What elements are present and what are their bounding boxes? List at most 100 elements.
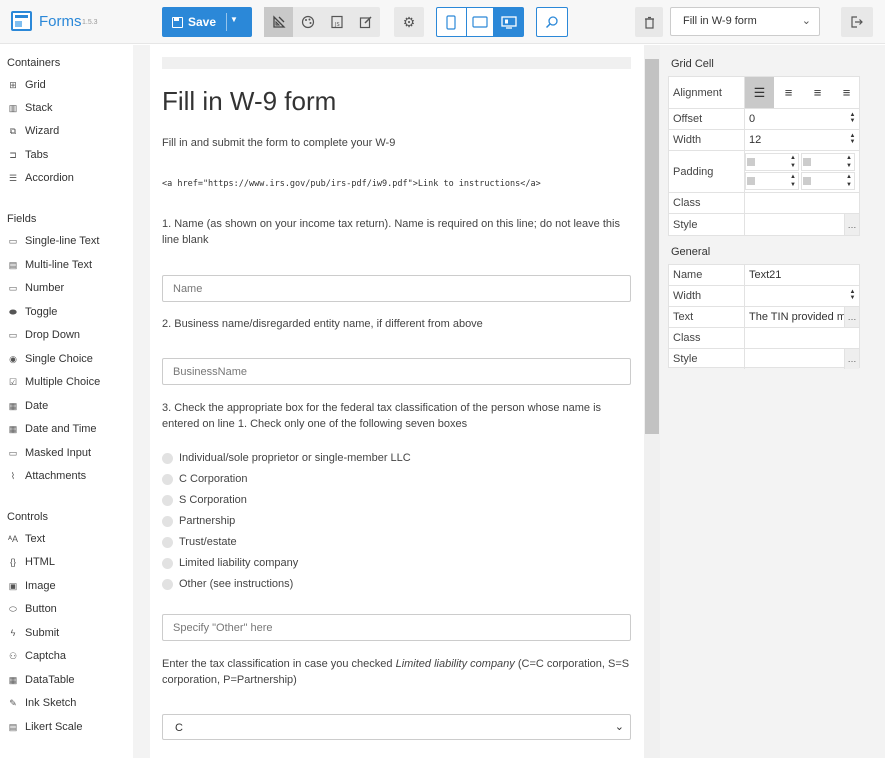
general-style-row: Style … [669,349,859,369]
toolbox-item-drop-down[interactable]: ▭ Drop Down [7,327,80,343]
offset-row: Offset 0 ▲ ▼ [669,109,859,130]
phone-view-button[interactable] [437,8,466,36]
general-style-label: Style [669,349,745,369]
submit-icon: ϟ [10,628,16,638]
radio-option[interactable]: Trust/estate [162,534,237,550]
question-3-label: 3. Check the appropriate box for the fed… [162,402,602,430]
toolbox-item-date-and-time[interactable]: ▦ Date and Time [7,421,97,437]
html-icon: {} [9,557,16,567]
toolbox-item-grid[interactable]: ⊞ Grid [7,77,46,93]
toolbox-item-attachments[interactable]: ⌇ Attachments [7,468,86,484]
alignment-button-group: ☰ ≡ ≡ ≡ [745,77,861,108]
align-justify-button[interactable]: ☰ [745,77,774,108]
fields-section-title: Fields [7,213,37,225]
radio-circle-icon [162,515,173,527]
question-2-label: 2. Business name/disregarded entity name… [162,318,483,330]
offset-stepper-icon[interactable]: ▲ ▼ [848,112,857,124]
align-left-button[interactable]: ≡ [774,77,803,108]
save-button[interactable]: Save [162,7,226,37]
multiple-choice-icon: ☑ [8,376,18,387]
width-input[interactable]: 12 [749,134,849,146]
form-selector-dropdown[interactable]: Fill in W-9 form ⌄ [670,7,820,36]
general-name-input[interactable]: Text21 [749,269,849,281]
tablet-view-button[interactable] [465,8,495,36]
width-stepper-icon[interactable]: ▲ ▼ [848,133,857,145]
desktop-view-button[interactable] [494,8,523,36]
toolbox-item-wizard[interactable]: ⧉ Wizard [7,123,59,139]
toolbox-item-captcha[interactable]: ⚇ Captcha [7,648,66,664]
toolbox-canvas-gutter [133,45,150,758]
general-name-label: Name [669,265,745,285]
padding-left-input[interactable]: ▲ ▼ [801,172,855,190]
align-right-button[interactable]: ≡ [832,77,861,108]
exit-button[interactable] [841,7,873,37]
radio-option[interactable]: Other (see instructions) [162,576,293,592]
toolbox-item-html[interactable]: {} HTML [7,554,55,570]
radio-option[interactable]: S Corporation [162,492,247,508]
controls-section-title: Controls [7,511,48,523]
toolbox-item-datatable[interactable]: ▦ DataTable [7,672,75,688]
containers-section-title: Containers [7,57,61,69]
toolbox-item-text[interactable]: ᴬA Text [7,531,45,547]
toolbox-item-likert-scale[interactable]: ▤ Likert Scale [7,719,83,735]
preview-search-button[interactable] [536,7,568,37]
save-dropdown-caret-icon[interactable]: ▼ [230,15,238,24]
business-name-input[interactable]: BusinessName [162,358,631,385]
toolbox-item-number[interactable]: ▭ Number [7,280,64,296]
toolbox-item-submit[interactable]: ϟ Submit [7,625,60,641]
canvas-scrollbar-thumb[interactable] [645,59,659,434]
designer-view-button[interactable] [264,7,293,37]
tablet-icon [472,16,488,28]
toolbox-item-single-choice[interactable]: ◉ Single Choice [7,351,93,367]
padding-bottom-input[interactable]: ▲ ▼ [745,172,799,190]
toolbox-item-toggle[interactable]: ⬬ Toggle [7,304,57,320]
tabs-icon: ⊐ [9,149,17,160]
toolbox-item-ink-sketch[interactable]: ✎ Ink Sketch [7,695,76,711]
toolbox-item-accordion[interactable]: ☰ Accordion [7,170,74,186]
toolbox-item-single-line-text[interactable]: ▭ Single-line Text [7,233,100,249]
padding-top-input[interactable]: ▲ ▼ [745,153,799,171]
delete-form-button[interactable] [635,7,663,37]
name-input[interactable]: Name [162,275,631,302]
settings-button[interactable]: ⚙ [394,7,424,37]
ink-sketch-icon: ✎ [9,697,17,708]
toolbox-item-date[interactable]: ▦ Date [7,398,49,414]
view-mode-group: JS [264,7,380,37]
radio-option[interactable]: Partnership [162,513,235,529]
align-right-icon: ≡ [842,85,851,100]
toolbox-item-stack[interactable]: ▥ Stack [7,100,53,116]
javascript-button[interactable]: JS [322,7,351,37]
tax-classification-select[interactable]: C ⌄ [162,714,631,740]
attachments-icon: ⌇ [10,470,16,481]
captcha-icon: ⚇ [8,650,18,661]
style-more-button[interactable]: … [844,214,859,235]
toolbox-item-multi-line-text[interactable]: ▤ Multi-line Text [7,257,92,273]
theme-button[interactable] [293,7,322,37]
align-center-button[interactable]: ≡ [803,77,832,108]
search-icon [545,16,558,29]
toolbox-item-tabs[interactable]: ⊐ Tabs [7,147,48,163]
offset-label: Offset [669,109,745,129]
offset-input[interactable]: 0 [749,113,849,125]
general-text-input[interactable]: The TIN provided m [749,311,845,323]
toolbox-item-masked-input[interactable]: ▭ Masked Input [7,445,91,461]
question-1-label: 1. Name (as shown on your income tax ret… [162,218,620,246]
svg-text:JS: JS [334,22,340,28]
instructions-link-html: <a href="https://www.irs.gov/pub/irs-pdf… [162,179,541,189]
edit-json-button[interactable] [351,7,380,37]
radio-option[interactable]: Individual/sole proprietor or single-mem… [162,450,411,466]
toolbox-item-image[interactable]: ▣ Image [7,578,56,594]
general-style-more-button[interactable]: … [844,349,859,369]
toolbox-item-multiple-choice[interactable]: ☑ Multiple Choice [7,374,100,390]
other-classification-input[interactable]: Specify "Other" here [162,614,631,641]
radio-option[interactable]: Limited liability company [162,555,298,571]
style-label: Style [669,214,745,235]
general-width-label: Width [669,286,745,306]
padding-right-input[interactable]: ▲ ▼ [801,153,855,171]
radio-option[interactable]: C Corporation [162,471,247,487]
general-width-stepper-icon[interactable]: ▲ ▼ [848,289,857,301]
text-more-button[interactable]: … [844,307,859,327]
toolbox-item-button[interactable]: ⬭ Button [7,601,57,617]
js-file-icon: JS [330,15,343,29]
ellipsis-icon: … [847,354,857,364]
